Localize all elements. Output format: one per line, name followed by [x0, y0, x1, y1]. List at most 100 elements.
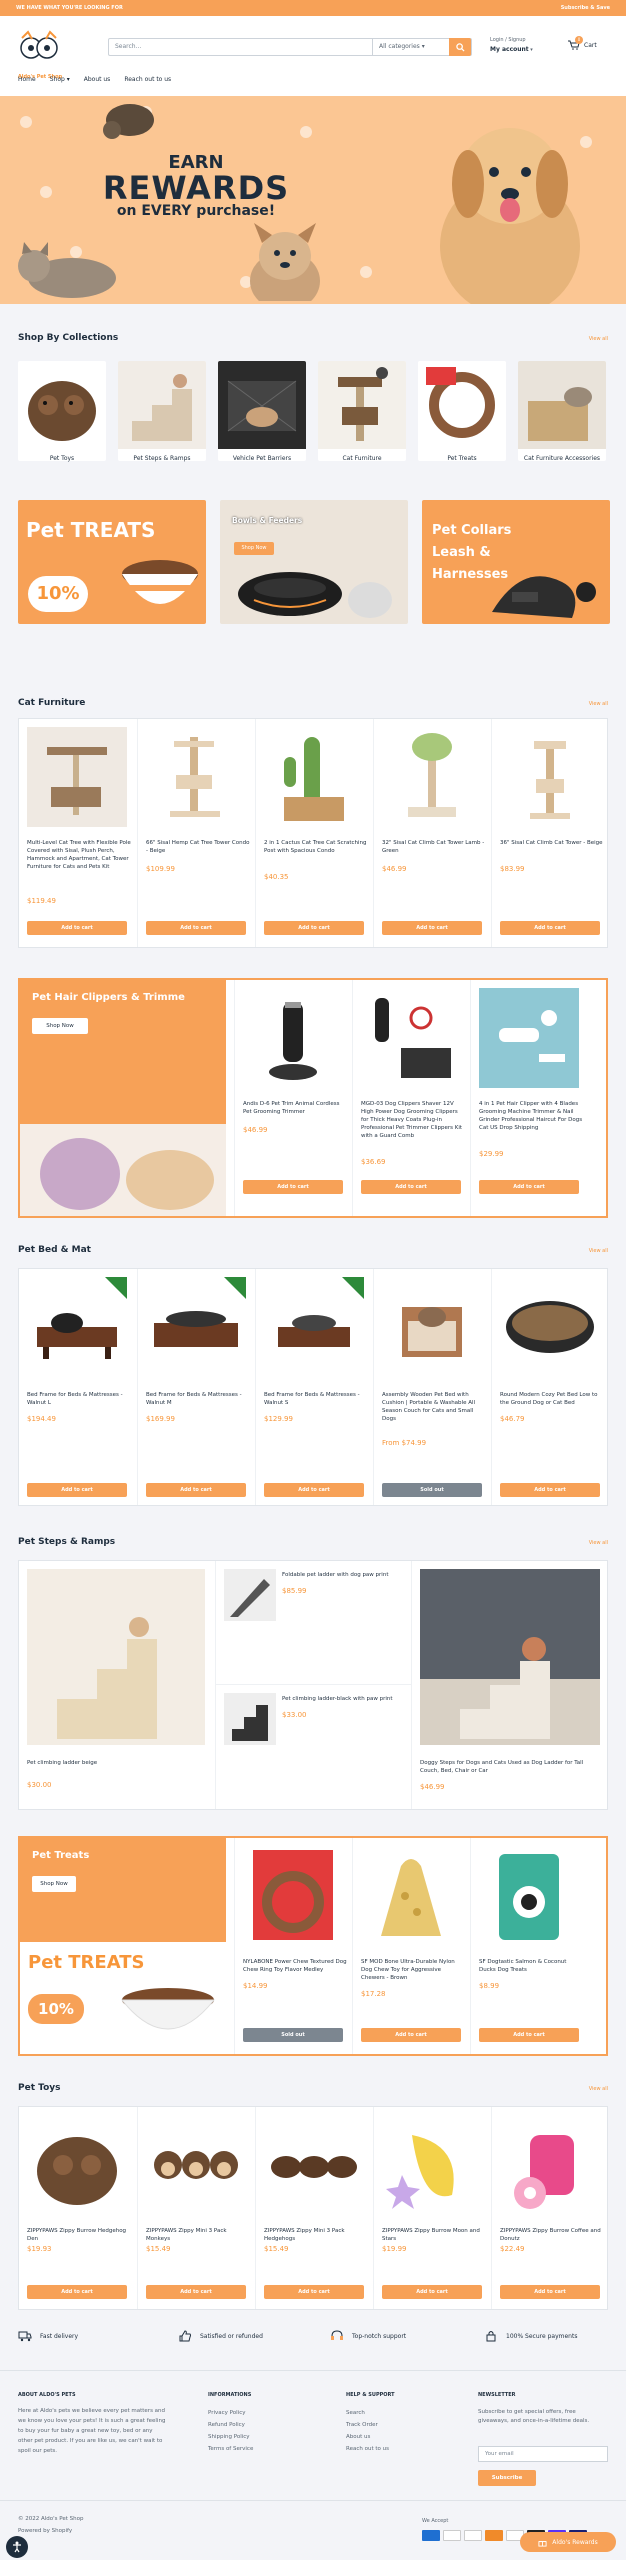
nav-shop[interactable]: Shop ▾ [50, 76, 70, 83]
toys-view-all[interactable]: View all [589, 2086, 608, 2092]
collection-pet-toys[interactable] [18, 361, 106, 461]
collection-pet-treats[interactable] [418, 361, 506, 461]
collection-pet-steps[interactable] [118, 361, 206, 461]
product-card[interactable]: ZIPPYPAWS Zippy Burrow Hedgehog Den $19.… [19, 2107, 137, 2309]
product-title[interactable]: Pet climbing ladder beige [27, 1759, 207, 1767]
product-title[interactable]: ZIPPYPAWS Zippy Mini 3 Pack Monkeys [146, 2227, 250, 2243]
promo-pet-treats[interactable]: Pet TREATS 10% [18, 500, 206, 624]
product-title[interactable]: Andis D-6 Pet Trim Animal Cordless Pet G… [243, 1100, 347, 1116]
collection-label[interactable]: Cat Furniture [318, 455, 406, 462]
add-to-cart-button[interactable]: Add to cart [264, 921, 364, 935]
add-to-cart-button[interactable]: Add to cart [479, 1180, 579, 1194]
shipping-policy-link[interactable]: Shipping Policy [208, 2434, 250, 2440]
treats-banner[interactable]: Pet Treats Shop Now Pet TREATS 10% [20, 1838, 226, 2054]
promo-bowls-feeders[interactable]: Bowls & Feeders Shop Now [220, 500, 408, 624]
product-card[interactable]: Foldable pet ladder with dog paw print $… [215, 1561, 411, 1685]
product-card[interactable]: ZIPPYPAWS Zippy Burrow Coffee and Donutz… [491, 2107, 609, 2309]
subscribe-save-link[interactable]: Subscribe & Save [561, 5, 610, 11]
add-to-cart-button[interactable]: Add to cart [382, 921, 482, 935]
add-to-cart-button[interactable]: Add to cart [361, 2028, 461, 2042]
product-title[interactable]: MGD-03 Dog Clippers Shaver 12V High Powe… [361, 1100, 465, 1140]
collection-label[interactable]: Pet Treats [418, 455, 506, 462]
search-bar[interactable]: Search... All categories ▾ [108, 38, 472, 56]
product-title[interactable]: Round Modern Cozy Pet Bed Low to the Gro… [500, 1391, 604, 1407]
product-card[interactable]: Assembly Wooden Pet Bed with Cushion | P… [373, 1269, 491, 1505]
product-title[interactable]: ZIPPYPAWS Zippy Burrow Hedgehog Den [27, 2227, 131, 2243]
product-title[interactable]: Pet climbing ladder-black with paw print [282, 1695, 402, 1703]
add-to-cart-button[interactable]: Add to cart [146, 1483, 246, 1497]
product-card[interactable]: Andis D-6 Pet Trim Animal Cordless Pet G… [234, 980, 352, 1216]
clippers-banner[interactable]: Pet Hair Clippers & Trimme Shop Now [20, 980, 226, 1124]
account-menu[interactable]: Login / Signup My account ▾ [490, 36, 533, 55]
accessibility-button[interactable] [6, 2536, 28, 2558]
track-order-link[interactable]: Track Order [346, 2422, 378, 2428]
add-to-cart-button[interactable]: Add to cart [27, 2285, 127, 2299]
product-card[interactable]: Doggy Steps for Dogs and Cats Used as Do… [411, 1561, 607, 1809]
add-to-cart-button[interactable]: Add to cart [146, 2285, 246, 2299]
terms-link[interactable]: Terms of Service [208, 2446, 253, 2452]
add-to-cart-button[interactable]: Add to cart [500, 2285, 600, 2299]
add-to-cart-button[interactable]: Add to cart [264, 1483, 364, 1497]
collection-cat-accessories[interactable] [518, 361, 606, 461]
collection-cat-furniture[interactable] [318, 361, 406, 461]
nav-contact[interactable]: Reach out to us [124, 76, 171, 83]
promo-collars-leash[interactable]: Pet Collars Leash & Harnesses [422, 500, 610, 624]
product-card[interactable]: SF Dogtastic Salmon & Coconut Ducks Dog … [470, 1838, 588, 2054]
refund-policy-link[interactable]: Refund Policy [208, 2422, 245, 2428]
cart-button[interactable]: 0 Cart [568, 36, 597, 50]
powered-by[interactable]: Powered by Shopify [18, 2528, 72, 2534]
product-title[interactable]: ZIPPYPAWS Zippy Mini 3 Pack Hedgehogs [264, 2227, 368, 2243]
add-to-cart-button[interactable]: Add to cart [382, 2285, 482, 2299]
category-select[interactable]: All categories ▾ [372, 39, 444, 55]
product-title[interactable]: NYLABONE Power Chew Textured Dog Chew Ri… [243, 1958, 347, 1974]
product-title[interactable]: ZIPPYPAWS Zippy Burrow Moon and Stars [382, 2227, 486, 2243]
login-link[interactable]: Login / Signup [490, 36, 533, 45]
product-card[interactable]: Bed Frame for Beds & Mattresses - Walnut… [137, 1269, 255, 1505]
add-to-cart-button[interactable]: Add to cart [361, 1180, 461, 1194]
product-title[interactable]: Bed Frame for Beds & Mattresses - Walnut… [146, 1391, 250, 1407]
add-to-cart-button[interactable]: Add to cart [27, 921, 127, 935]
nav-home[interactable]: Home [18, 76, 36, 83]
product-card[interactable]: ZIPPYPAWS Zippy Mini 3 Pack Monkeys $15.… [137, 2107, 255, 2309]
logo-icon[interactable] [18, 30, 60, 72]
steps-view-all[interactable]: View all [589, 1540, 608, 1546]
collection-label[interactable]: Pet Steps & Ramps [118, 455, 206, 462]
sold-out-button[interactable]: Sold out [243, 2028, 343, 2042]
shop-now-button[interactable]: Shop Now [234, 542, 274, 555]
hero-banner[interactable]: EARN REWARDS on EVERY purchase! [0, 96, 626, 304]
product-title[interactable]: 32" Sisal Cat Climb Cat Tower Lamb - Gre… [382, 839, 486, 855]
product-card[interactable]: 66" Sisal Hemp Cat Tree Tower Condo - Be… [137, 719, 255, 947]
privacy-policy-link[interactable]: Privacy Policy [208, 2410, 245, 2416]
add-to-cart-button[interactable]: Add to cart [500, 1483, 600, 1497]
search-button[interactable] [449, 38, 471, 56]
add-to-cart-button[interactable]: Add to cart [264, 2285, 364, 2299]
product-title[interactable]: 2 in 1 Cactus Cat Tree Cat Scratching Po… [264, 839, 368, 855]
add-to-cart-button[interactable]: Add to cart [243, 1180, 343, 1194]
product-card[interactable]: SF MOD Bone Ultra-Durable Nylon Dog Chew… [352, 1838, 470, 2054]
product-card[interactable]: Multi-Level Cat Tree with Flexible Pole … [19, 719, 137, 947]
product-title[interactable]: Assembly Wooden Pet Bed with Cushion | P… [382, 1391, 486, 1423]
my-account-link[interactable]: My account [490, 46, 529, 53]
footer-search-link[interactable]: Search [346, 2410, 365, 2416]
product-title[interactable]: ZIPPYPAWS Zippy Burrow Coffee and Donutz [500, 2227, 604, 2243]
product-title[interactable]: Bed Frame for Beds & Mattresses - Walnut… [27, 1391, 131, 1407]
collections-view-all[interactable]: View all [589, 336, 608, 342]
cat-furniture-view-all[interactable]: View all [589, 701, 608, 707]
sold-out-button[interactable]: Sold out [382, 1483, 482, 1497]
product-title[interactable]: 4 in 1 Pet Hair Clipper with 4 Blades Gr… [479, 1100, 583, 1132]
add-to-cart-button[interactable]: Add to cart [500, 921, 600, 935]
product-card[interactable]: ZIPPYPAWS Zippy Burrow Moon and Stars $1… [373, 2107, 491, 2309]
add-to-cart-button[interactable]: Add to cart [146, 921, 246, 935]
product-title[interactable]: SF MOD Bone Ultra-Durable Nylon Dog Chew… [361, 1958, 465, 1982]
newsletter-email-input[interactable]: Your email [478, 2446, 608, 2462]
product-card[interactable]: MGD-03 Dog Clippers Shaver 12V High Powe… [352, 980, 470, 1216]
add-to-cart-button[interactable]: Add to cart [27, 1483, 127, 1497]
add-to-cart-button[interactable]: Add to cart [479, 2028, 579, 2042]
product-card[interactable]: 36" Sisal Cat Climb Cat Tower - Beige $8… [491, 719, 609, 947]
collection-label[interactable]: Cat Furniture Accessories [518, 455, 606, 462]
nav-about[interactable]: About us [84, 76, 111, 83]
product-title[interactable]: Doggy Steps for Dogs and Cats Used as Do… [420, 1759, 600, 1775]
shop-now-button[interactable]: Shop Now [32, 1018, 88, 1034]
collection-vehicle-barriers[interactable] [218, 361, 306, 461]
product-card[interactable]: 32" Sisal Cat Climb Cat Tower Lamb - Gre… [373, 719, 491, 947]
